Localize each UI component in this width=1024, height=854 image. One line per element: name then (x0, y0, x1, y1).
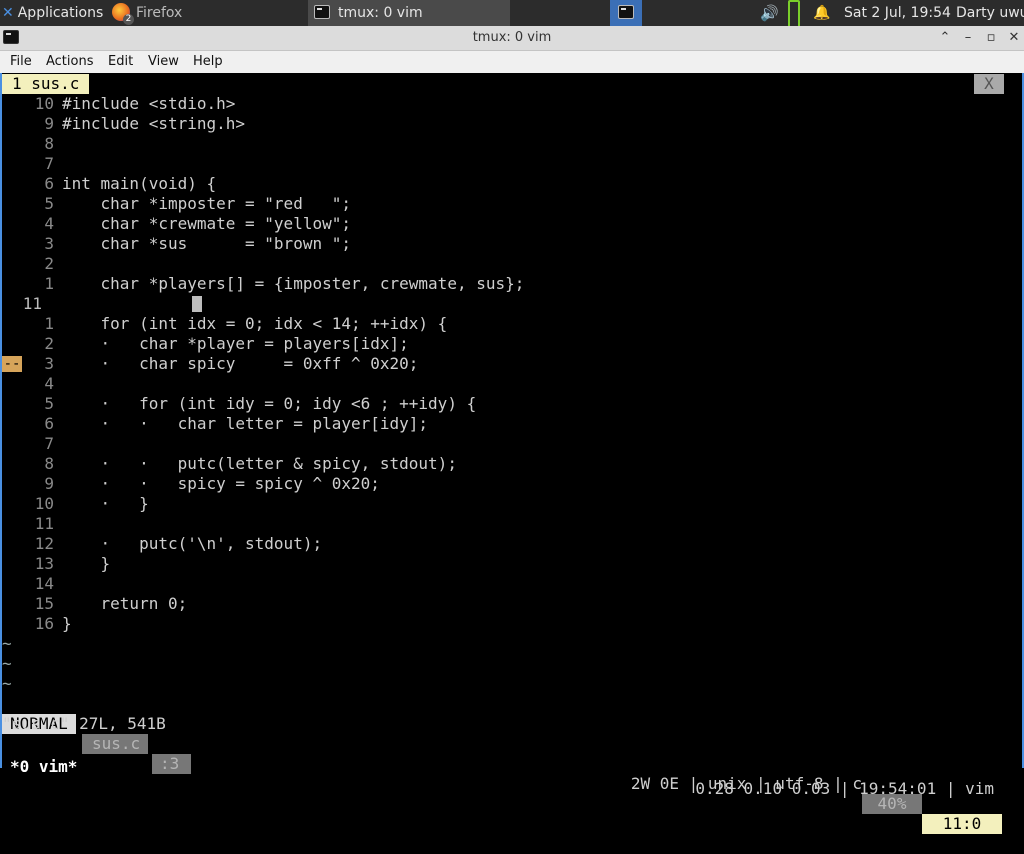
code-line[interactable]: 11 (2, 514, 1022, 534)
status-position: :3 (152, 754, 192, 774)
code-line[interactable]: 4 (2, 374, 1022, 394)
window-titlebar[interactable]: tmux: 0 vim ⌃ – ▫ ✕ (0, 26, 1024, 51)
menu-edit[interactable]: Edit (108, 51, 133, 73)
taskbar-firefox[interactable]: 2 Firefox (112, 0, 182, 26)
code-line[interactable]: 2 (2, 254, 1022, 274)
code-line[interactable]: 7 (2, 434, 1022, 454)
tmux-status-right: 0.28 0.10 0.03 | 19:54:01 | vim (695, 779, 994, 798)
window-title: tmux: 0 vim (472, 30, 552, 45)
menu-view[interactable]: View (148, 51, 179, 73)
code-line[interactable]: 7 (2, 154, 1022, 174)
code-line[interactable]: 8 · · putc(letter & spicy, stdout); (2, 454, 1022, 474)
text-cursor (192, 296, 202, 312)
vim-tabline: 1 sus.c X (2, 74, 1022, 94)
code-line[interactable]: 13 } (2, 554, 1022, 574)
menu-actions[interactable]: Actions (46, 51, 94, 73)
code-line[interactable]: 9 · · spicy = spicy ^ 0x20; (2, 474, 1022, 494)
firefox-icon: 2 (112, 3, 134, 25)
code-line[interactable]: -- 3 · char spicy = 0xff ^ 0x20; (2, 354, 1022, 374)
terminal-icon (314, 5, 330, 19)
code-line[interactable]: 6 · · char letter = player[idy]; (2, 414, 1022, 434)
code-line[interactable]: 8 (2, 134, 1022, 154)
tmux-window-tab[interactable]: *0 vim* (10, 756, 77, 778)
tab-close-button[interactable]: X (974, 74, 1004, 94)
code-line[interactable]: 10 · } (2, 494, 1022, 514)
code-line[interactable]: 2 · char *player = players[idx]; (2, 334, 1022, 354)
code-line[interactable]: 10 #include <stdio.h> (2, 94, 1022, 114)
top-panel: ✕ Applications 2 Firefox tmux: 0 vim 🔊 🔔 S… (0, 0, 1024, 30)
code-line-current[interactable]: 11 (2, 294, 1022, 314)
code-line[interactable]: 5 char *imposter = "red "; (2, 194, 1022, 214)
vim-command-line[interactable]: "sus.c" 27L, 541B (2, 714, 1022, 734)
menu-help[interactable]: Help (193, 51, 223, 73)
code-line[interactable]: 12 · putc('\n', stdout); (2, 534, 1022, 554)
notification-bell-icon[interactable]: 🔔 (813, 0, 830, 26)
maximize-chevron-icon[interactable]: ⌃ (935, 26, 955, 50)
user-menu[interactable]: Darty uwu (956, 0, 1024, 26)
code-line[interactable]: 15 return 0; (2, 594, 1022, 614)
restore-icon[interactable]: ▫ (981, 26, 1001, 50)
code-line[interactable]: 14 (2, 574, 1022, 594)
taskbar-tmux[interactable]: tmux: 0 vim (308, 0, 510, 26)
empty-line-tilde: ~ (2, 654, 12, 673)
minimize-icon[interactable]: – (958, 26, 978, 50)
terminal-icon (618, 5, 634, 19)
menu-bar: File Actions Edit View Help (0, 51, 1024, 73)
code-line[interactable]: 3 char *sus = "brown "; (2, 234, 1022, 254)
status-line-col: 11:0 (922, 814, 1002, 834)
close-icon[interactable]: ✕ (1004, 26, 1024, 50)
menu-file[interactable]: File (10, 51, 32, 73)
code-line[interactable]: 9 #include <string.h> (2, 114, 1022, 134)
code-line[interactable]: 4 char *crewmate = "yellow"; (2, 214, 1022, 234)
code-line[interactable]: 1 char *players[] = {imposter, crewmate,… (2, 274, 1022, 294)
code-line[interactable]: 6 int main(void) { (2, 174, 1022, 194)
git-sign-marker: -- (2, 356, 22, 372)
xfce-logo-icon: ✕ (2, 5, 14, 21)
empty-line-tilde: ~ (2, 634, 12, 653)
code-line[interactable]: 1 for (int idx = 0; idx < 14; ++idx) { (2, 314, 1022, 334)
tmux-statusbar: *0 vim* 0.28 0.10 0.03 | 19:54:01 | vim (2, 734, 1022, 798)
terminal-area[interactable]: 1 sus.c X 10 #include <stdio.h> 9 #include… (2, 74, 1022, 834)
applications-menu[interactable]: ✕ Applications (2, 0, 103, 26)
code-line[interactable]: 16} (2, 614, 1022, 634)
window-terminal-icon[interactable] (3, 30, 19, 44)
clock[interactable]: Sat 2 Jul, 19:54 (844, 0, 951, 26)
code-line[interactable]: 5 · for (int idy = 0; idy <6 ; ++idy) { (2, 394, 1022, 414)
vim-statusline: NORMAL sus.c :3 2W 0E | unix | utf-8 | c… (2, 694, 1022, 834)
tab-sus-c[interactable]: 1 sus.c (2, 74, 90, 94)
volume-icon[interactable]: 🔊 (760, 0, 779, 26)
taskbar-terminal-button[interactable] (610, 0, 642, 26)
empty-line-tilde: ~ (2, 674, 12, 693)
